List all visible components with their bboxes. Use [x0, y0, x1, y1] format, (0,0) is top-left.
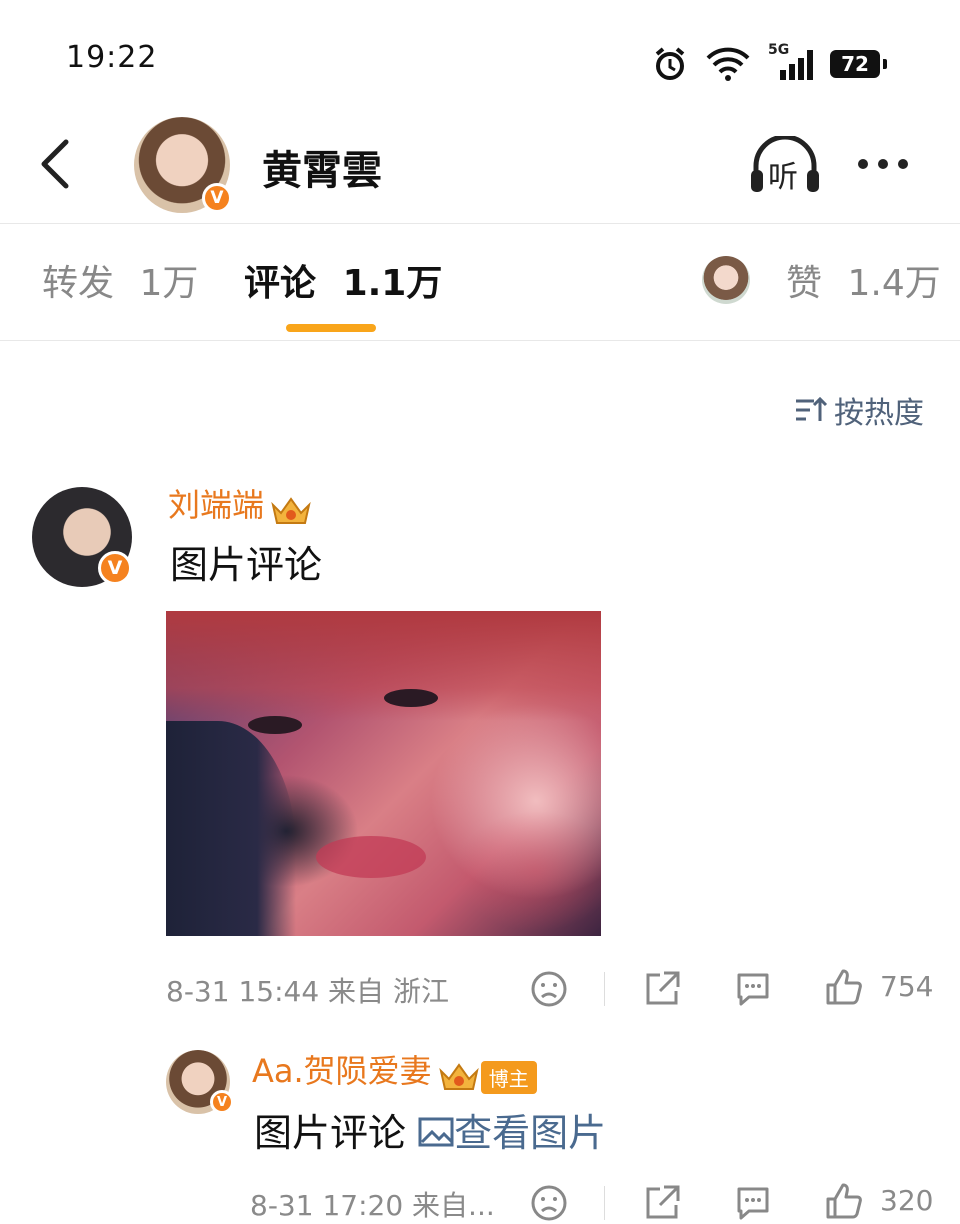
tab-reposts-label: 转发 — [42, 263, 115, 304]
comment-username[interactable]: 刘端端 — [168, 486, 264, 524]
reply-avatar[interactable]: V — [166, 1050, 234, 1114]
reply-username[interactable]: Aa.贺陨爱妻 — [252, 1052, 432, 1090]
action-separator — [604, 1186, 605, 1220]
image-icon — [418, 1117, 454, 1147]
tab-likes-count: 1.4万 — [847, 263, 941, 304]
comment-icon[interactable] — [733, 969, 773, 1009]
wifi-icon — [706, 47, 750, 81]
more-icon[interactable] — [858, 152, 918, 176]
comment-icon[interactable] — [733, 1183, 773, 1223]
header-divider — [0, 223, 960, 224]
verified-badge-icon: V — [98, 551, 132, 585]
status-time: 19:22 — [66, 40, 158, 75]
comment-like-count: 754 — [880, 970, 934, 1003]
sort-label: 按热度 — [834, 396, 924, 431]
action-separator — [604, 972, 605, 1006]
tab-likes[interactable]: 赞 1.4万 — [786, 254, 941, 306]
view-image-link[interactable]: 查看图片 — [418, 1111, 606, 1155]
comment-image[interactable] — [166, 611, 601, 936]
listen-button[interactable]: 听 — [748, 134, 822, 196]
reply-like-count: 320 — [880, 1184, 934, 1217]
comment-header: 刘端端 — [168, 480, 313, 529]
share-icon[interactable] — [642, 969, 682, 1009]
tab-reposts-count: 1万 — [139, 263, 199, 304]
commenter-avatar[interactable]: V — [32, 487, 132, 587]
reply-header: Aa.贺陨爱妻 博主 — [252, 1046, 537, 1095]
tab-likes-label: 赞 — [786, 263, 823, 304]
like-thumb-icon[interactable] — [824, 1181, 864, 1221]
author-avatar[interactable]: V — [134, 117, 232, 213]
network-type: 5G — [768, 42, 790, 58]
comment-text: 图片评论 — [170, 543, 323, 587]
tabs-divider — [0, 340, 960, 341]
listen-label: 听 — [768, 160, 798, 195]
reply-text: 图片评论 — [254, 1111, 407, 1155]
back-icon[interactable] — [36, 136, 76, 192]
tab-comments[interactable]: 评论 1.1万 — [244, 254, 442, 306]
view-image-label: 查看图片 — [454, 1111, 607, 1155]
verified-badge-icon: V — [210, 1090, 234, 1114]
tab-comments-label: 评论 — [244, 263, 317, 304]
active-tab-indicator — [286, 324, 376, 332]
crown-badge-icon — [271, 496, 311, 524]
page-title[interactable]: 黄霄雲 — [262, 138, 382, 196]
signal-icon: 5G — [768, 42, 814, 82]
liker-avatar[interactable] — [702, 256, 750, 304]
sort-icon — [796, 396, 828, 421]
reply-meta: 8-31 17:20 来自... — [250, 1189, 495, 1222]
sort-button[interactable]: 按热度 — [794, 388, 924, 432]
comment-meta: 8-31 15:44 来自 浙江 — [166, 975, 449, 1008]
dislike-face-icon[interactable] — [529, 969, 569, 1009]
status-icons: 5G 72 — [652, 42, 887, 84]
tab-reposts[interactable]: 转发 1万 — [42, 254, 198, 306]
like-thumb-icon[interactable] — [824, 967, 864, 1007]
author-tag: 博主 — [480, 1061, 537, 1094]
verified-badge-icon: V — [202, 183, 232, 213]
share-icon[interactable] — [642, 1183, 682, 1223]
battery-indicator: 72 — [830, 50, 887, 78]
alarm-icon — [655, 47, 685, 80]
crown-badge-icon — [439, 1062, 479, 1090]
dislike-face-icon[interactable] — [529, 1183, 569, 1223]
tab-comments-count: 1.1万 — [342, 263, 443, 304]
reply-text-line: 图片评论 查看图片 — [254, 1102, 606, 1157]
